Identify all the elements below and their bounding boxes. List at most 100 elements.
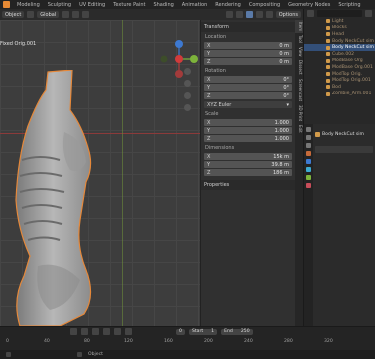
outliner-item[interactable]: ModBase Org.001 — [304, 64, 375, 71]
rotation-x-field[interactable]: X 0° — [204, 76, 292, 83]
sidebar-tab-view[interactable]: View — [295, 45, 303, 59]
scale-x-field[interactable]: X 1.000 — [204, 119, 292, 126]
overlay-icon[interactable] — [225, 11, 233, 18]
jump-end-icon[interactable] — [125, 328, 132, 335]
navigation-gizmo[interactable] — [158, 38, 200, 80]
object-tab-icon[interactable] — [306, 151, 311, 156]
outliner-panel: Light Blocks Head Body NeckCut sim Body … — [303, 9, 375, 124]
perspective-toggle-icon[interactable] — [184, 104, 191, 111]
outliner-item[interactable]: Blocks — [304, 25, 375, 32]
ruler-tick: 320 — [324, 339, 333, 344]
solid-shading-icon[interactable] — [245, 11, 253, 18]
ruler-tick: 240 — [244, 339, 253, 344]
outliner-item[interactable]: ModTop Orig. — [304, 71, 375, 78]
transform-orientation-icon[interactable] — [27, 11, 35, 18]
tab-uv-editing[interactable]: UV Editing — [75, 2, 109, 8]
timeline: 0 Start 1 End 250 0 40 80 120 160 200 240 … — [0, 326, 375, 350]
blender-logo-icon[interactable] — [3, 1, 10, 8]
location-y-field[interactable]: Y0 m — [204, 50, 292, 57]
tab-geometry-nodes[interactable]: Geometry Nodes — [284, 2, 334, 8]
location-z-field[interactable]: Z0 m — [204, 58, 292, 65]
proportional-edit-icon[interactable] — [82, 11, 90, 18]
jump-start-icon[interactable] — [70, 328, 77, 335]
mesh-icon — [326, 58, 330, 63]
material-shading-icon[interactable] — [255, 11, 263, 18]
rendered-shading-icon[interactable] — [265, 11, 273, 18]
sidebar-tab-screencast[interactable]: Screencast — [295, 77, 303, 103]
pan-hand-icon[interactable] — [184, 80, 191, 87]
frame-ruler[interactable]: 0 40 80 120 160 200 240 280 320 — [0, 336, 375, 351]
outliner-item[interactable]: Head — [304, 31, 375, 38]
dimensions-z-field[interactable]: Z 186 m — [204, 169, 292, 176]
filter-icon[interactable] — [365, 10, 372, 17]
outliner-item[interactable]: Zombie_Arm.001 — [304, 91, 375, 98]
properties-header[interactable]: Properties — [201, 180, 295, 190]
tab-modeling[interactable]: Modeling — [13, 2, 44, 8]
tab-animation[interactable]: Animation — [178, 2, 212, 8]
tab-shading[interactable]: Shading — [149, 2, 177, 8]
mouse-select-icon — [6, 352, 11, 357]
ruler-tick: 280 — [284, 339, 293, 344]
orientation-select[interactable]: Global — [37, 11, 60, 18]
tab-compositing[interactable]: Compositing — [245, 2, 284, 8]
sidebar-n-panel: Transform Location X0 m Y0 m Z0 m Rotati… — [200, 20, 295, 326]
next-keyframe-icon[interactable] — [114, 328, 121, 335]
display-mode-icon[interactable] — [307, 10, 314, 17]
camera-view-icon[interactable] — [184, 92, 191, 99]
outliner-item[interactable]: Bod — [304, 84, 375, 91]
start-frame-field[interactable]: Start 1 — [188, 328, 218, 335]
material-tab-icon[interactable] — [306, 183, 311, 188]
transform-header[interactable]: Transform — [201, 22, 295, 32]
location-x-field[interactable]: X0 m — [204, 42, 292, 49]
outliner-item[interactable]: Light — [304, 18, 375, 25]
current-frame-field[interactable]: 0 — [176, 328, 185, 335]
dimensions-x-field[interactable]: X 15k m — [204, 153, 292, 160]
outliner-item[interactable]: Body NeckCut sim — [304, 38, 375, 45]
outliner-search-input[interactable] — [317, 10, 362, 17]
render-tab-icon[interactable] — [306, 135, 311, 140]
mode-select[interactable]: Object — [2, 11, 25, 18]
sidebar-tab-3d-print[interactable]: 3D Print — [295, 103, 303, 123]
sidebar-tab-item[interactable]: Item — [295, 20, 303, 34]
object-name-row[interactable]: Body NeckCut sim — [315, 132, 364, 137]
properties-field[interactable] — [315, 146, 373, 153]
tab-sculpting[interactable]: Sculpting — [44, 2, 75, 8]
options-button[interactable]: Options — [275, 11, 301, 18]
scale-label: Scale — [205, 111, 219, 117]
outliner-item[interactable]: ModBase Org — [304, 58, 375, 65]
ruler-tick: 0 — [6, 339, 9, 344]
outliner-item[interactable]: Cube.002 — [304, 51, 375, 58]
xray-icon[interactable] — [235, 11, 243, 18]
tab-scripting[interactable]: Scripting — [334, 2, 364, 8]
tab-rendering[interactable]: Rendering — [211, 2, 245, 8]
play-reverse-icon[interactable] — [92, 328, 99, 335]
rotation-z-field[interactable]: Z 0° — [204, 92, 292, 99]
sidebar-tab-dissect[interactable]: Dissect — [295, 58, 303, 77]
outliner-item[interactable]: ModTop Orig.001 — [304, 77, 375, 84]
play-icon[interactable] — [103, 328, 110, 335]
body-mesh[interactable] — [0, 70, 140, 326]
output-tab-icon[interactable] — [306, 143, 311, 148]
zoom-icon[interactable] — [184, 68, 191, 75]
scale-y-field[interactable]: Y 1.000 — [204, 127, 292, 134]
mesh-icon — [326, 52, 330, 57]
end-frame-field[interactable]: End 250 — [221, 328, 253, 335]
outliner-item-selected[interactable]: Body NeckCut sim — [304, 44, 375, 51]
snap-icon[interactable] — [72, 11, 80, 18]
prev-keyframe-icon[interactable] — [81, 328, 88, 335]
pivot-icon[interactable] — [62, 11, 70, 18]
modifier-tab-icon[interactable] — [306, 159, 311, 164]
dimensions-y-field[interactable]: Y 39.8 m — [204, 161, 292, 168]
sidebar-tab-edit[interactable]: Edit — [295, 123, 303, 135]
tab-texture-paint[interactable]: Texture Paint — [109, 2, 149, 8]
physics-tab-icon[interactable] — [306, 167, 311, 172]
ruler-tick: 80 — [84, 339, 90, 344]
rotation-mode-select[interactable]: XYZ Euler ▾ — [204, 101, 292, 108]
tool-tab-icon[interactable] — [306, 127, 311, 132]
object-name: Body NeckCut sim — [322, 132, 365, 137]
sidebar-tab-tool[interactable]: Tool — [295, 33, 303, 45]
ruler-tick: 200 — [204, 339, 213, 344]
data-tab-icon[interactable] — [306, 175, 311, 180]
rotation-y-field[interactable]: Y 0° — [204, 84, 292, 91]
scale-z-field[interactable]: Z 1.000 — [204, 135, 292, 142]
